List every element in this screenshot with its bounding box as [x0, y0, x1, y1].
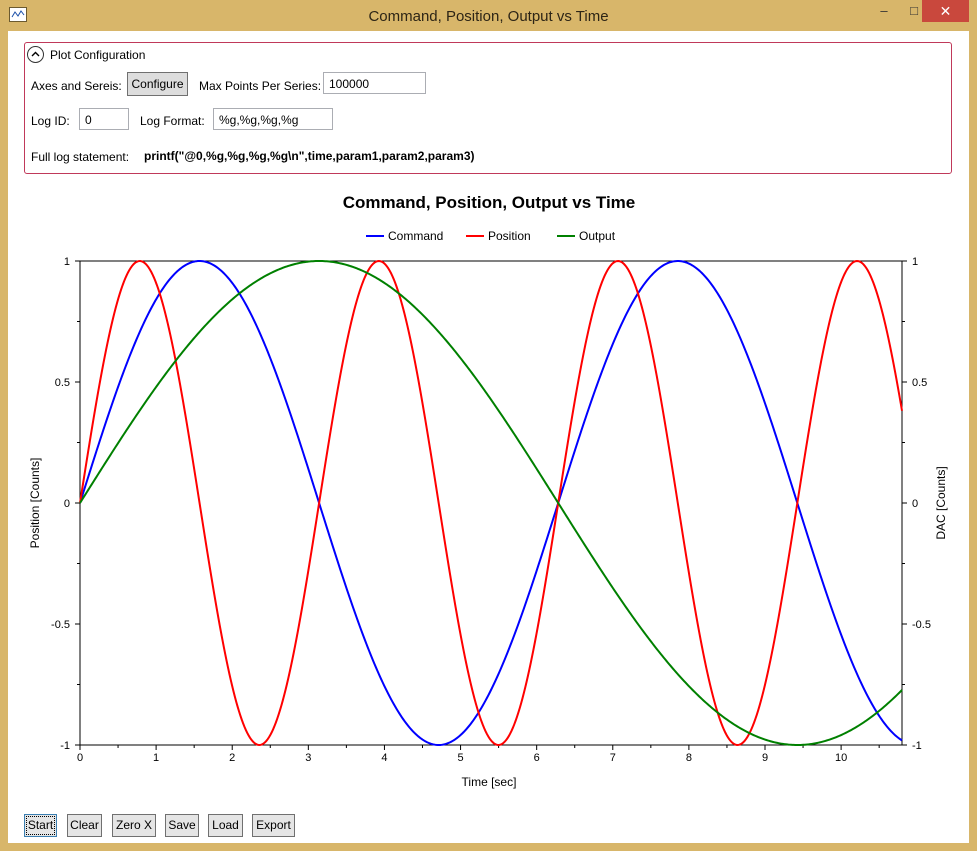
zero-x-button[interactable]: Zero X — [112, 814, 156, 837]
x-tick-label: 3 — [305, 752, 311, 764]
x-tick-label: 8 — [686, 752, 692, 764]
save-button[interactable]: Save — [165, 814, 199, 837]
y-axis-right: 1 0.5 0 -0.5 -1 — [902, 256, 931, 752]
full-log-label: Full log statement: — [31, 150, 130, 164]
x-tick-label: 9 — [762, 752, 768, 764]
log-id-label: Log ID: — [31, 114, 70, 128]
y2-tick-label: -0.5 — [912, 619, 931, 631]
log-format-label: Log Format: — [140, 114, 205, 128]
load-button[interactable]: Load — [208, 814, 243, 837]
x-tick-label: 10 — [835, 752, 847, 764]
plot-configuration-header: Plot Configuration — [50, 48, 146, 62]
x-tick-label: 5 — [457, 752, 463, 764]
y2-tick-label: 1 — [912, 256, 918, 268]
series-line-position — [79, 259, 903, 747]
log-id-input[interactable]: 0 — [79, 108, 129, 130]
y2-axis-label: DAC [Counts] — [934, 466, 948, 539]
y-axis-label: Position [Counts] — [28, 458, 42, 549]
x-axis: 0 1 2 3 4 5 6 7 8 9 10 — [77, 745, 880, 764]
y-tick-label: -1 — [60, 740, 70, 752]
y2-tick-label: 0.5 — [912, 377, 927, 389]
chart[interactable]: Command, Position, Output vs Time Comman… — [8, 181, 969, 811]
window-content: Plot Configuration Axes and Sereis: Conf… — [8, 31, 969, 843]
y-axis-left: 1 0.5 0 -0.5 -1 — [51, 256, 80, 752]
plot-area — [79, 260, 903, 746]
y-tick-label: 0 — [64, 498, 70, 510]
x-tick-label: 7 — [610, 752, 616, 764]
y-tick-label: 1 — [64, 256, 70, 268]
y-tick-label: 0.5 — [55, 377, 70, 389]
legend-label: Command — [388, 229, 443, 243]
max-points-label: Max Points Per Series: — [199, 79, 322, 93]
close-button[interactable]: ✕ — [922, 0, 969, 22]
full-log-statement: printf("@0,%g,%g,%g,%g\n",time,param1,pa… — [144, 149, 475, 163]
chevron-up-icon[interactable] — [27, 46, 44, 63]
max-points-input[interactable]: 100000 — [323, 72, 426, 94]
clear-button[interactable]: Clear — [67, 814, 102, 837]
axes-series-label: Axes and Sereis: — [31, 79, 122, 93]
y2-tick-label: 0 — [912, 498, 918, 510]
x-tick-label: 1 — [153, 752, 159, 764]
configure-button[interactable]: Configure — [127, 72, 188, 96]
series-line-command — [79, 259, 903, 747]
minimize-button[interactable]: ‒ — [869, 0, 899, 22]
chart-title: Command, Position, Output vs Time — [343, 193, 636, 212]
title-bar: Command, Position, Output vs Time ‒ □ ✕ — [0, 0, 977, 32]
log-format-input[interactable]: %g,%g,%g,%g — [213, 108, 333, 130]
plot-configuration-panel: Plot Configuration Axes and Sereis: Conf… — [24, 42, 952, 174]
series-line-output — [79, 260, 903, 746]
x-tick-label: 4 — [381, 752, 387, 764]
x-tick-label: 2 — [229, 752, 235, 764]
legend-label: Output — [579, 229, 616, 243]
window-title: Command, Position, Output vs Time — [368, 8, 609, 25]
legend-label: Position — [488, 229, 531, 243]
y2-tick-label: -1 — [912, 740, 922, 752]
x-tick-label: 0 — [77, 752, 83, 764]
x-tick-label: 6 — [534, 752, 540, 764]
x-axis-label: Time [sec] — [462, 775, 517, 789]
y-tick-label: -0.5 — [51, 619, 70, 631]
chart-legend: Command Position Output — [366, 229, 616, 243]
export-button[interactable]: Export — [252, 814, 295, 837]
start-button[interactable]: Start — [24, 814, 57, 837]
